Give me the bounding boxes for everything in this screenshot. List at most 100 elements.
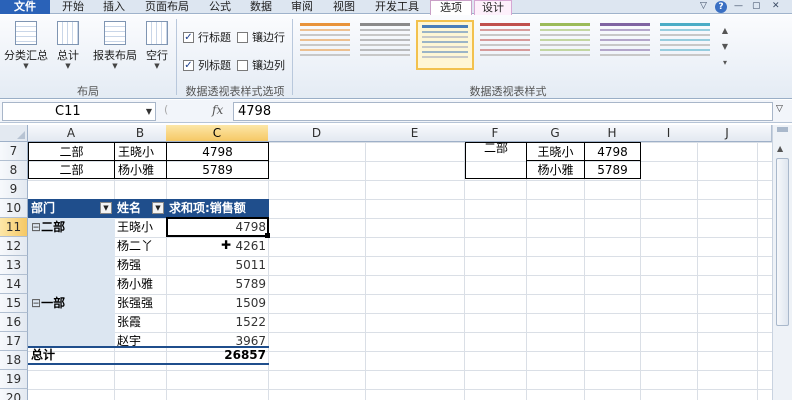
gallery-more-icon[interactable]: ▾	[720, 55, 730, 71]
row-header-10[interactable]: 10	[0, 199, 28, 218]
pivot-row-name[interactable]: 张强强	[114, 294, 167, 313]
cell-G7[interactable]: 王晓小	[526, 142, 585, 161]
tab-design[interactable]: 设计	[474, 0, 512, 15]
row-header-17[interactable]: 17	[0, 332, 28, 351]
pivot-group-dept-1[interactable]: ⊟一部	[28, 294, 115, 313]
blank-rows-button[interactable]: 空行 ▼	[142, 17, 172, 70]
column-header-j[interactable]: J	[697, 125, 758, 142]
row-header-18[interactable]: 18	[0, 351, 28, 370]
fill-handle[interactable]	[265, 233, 270, 238]
banded-cols-checkbox[interactable]	[237, 59, 248, 71]
expand-formula-icon[interactable]: ▽	[776, 104, 783, 114]
cell-C7[interactable]: 4798	[166, 142, 269, 161]
tab-page-layout[interactable]: 页面布局	[138, 0, 196, 14]
row-header-15[interactable]: 15	[0, 294, 28, 313]
filter-dropdown-icon[interactable]: ▼	[100, 202, 112, 214]
pivot-style-swatch[interactable]	[476, 20, 534, 70]
row-headers-option[interactable]: ✓ 行标题	[183, 29, 231, 45]
row-header-16[interactable]: 16	[0, 313, 28, 332]
pivot-style-swatch[interactable]	[296, 20, 354, 70]
subtotals-button[interactable]: 分类汇总 ▼	[4, 17, 48, 70]
pivot-style-swatch[interactable]	[596, 20, 654, 70]
name-box[interactable]: C11 ▼	[2, 102, 156, 121]
tab-developer[interactable]: 开发工具	[367, 0, 427, 14]
column-header-d[interactable]: D	[268, 125, 366, 142]
cell-B7[interactable]: 王晓小	[114, 142, 167, 161]
row-header-11[interactable]: 11	[0, 218, 28, 237]
pivot-row-value[interactable]: 5789	[166, 275, 269, 294]
column-header-c[interactable]: C	[166, 125, 269, 142]
collapse-icon[interactable]: ⊟	[31, 296, 41, 310]
report-layout-button[interactable]: 报表布局 ▼	[92, 17, 138, 70]
tab-formulas[interactable]: 公式	[202, 0, 238, 14]
column-header-i[interactable]: I	[640, 125, 698, 142]
row-header-8[interactable]: 8	[0, 161, 28, 180]
cell-B8[interactable]: 杨小雅	[114, 160, 167, 179]
col-headers-checkbox[interactable]: ✓	[183, 59, 194, 71]
column-header-h[interactable]: H	[584, 125, 641, 142]
pivot-row-name[interactable]: 杨二丫	[114, 237, 167, 256]
row-header-19[interactable]: 19	[0, 370, 28, 389]
grand-totals-button[interactable]: 总计 ▼	[52, 17, 84, 70]
pivot-row-value[interactable]: 1522	[166, 313, 269, 332]
column-header-g[interactable]: G	[526, 125, 585, 142]
row-header-7[interactable]: 7	[0, 142, 28, 161]
column-header-b[interactable]: B	[114, 125, 167, 142]
pivot-row-value[interactable]: 1509	[166, 294, 269, 313]
row-header-9[interactable]: 9	[0, 180, 28, 199]
cell-G8[interactable]: 杨小雅	[526, 160, 585, 179]
insert-function-icon[interactable]: fx	[212, 103, 223, 117]
row-header-14[interactable]: 14	[0, 275, 28, 294]
tab-insert[interactable]: 插入	[96, 0, 132, 14]
pivot-style-swatch[interactable]	[356, 20, 414, 70]
restore-icon[interactable]: ▢	[752, 1, 761, 11]
split-handle[interactable]	[777, 127, 788, 132]
minimize-icon[interactable]: —	[734, 1, 743, 11]
banded-cols-option[interactable]: 镶边列	[237, 57, 285, 73]
row-header-13[interactable]: 13	[0, 256, 28, 275]
row-header-12[interactable]: 12	[0, 237, 28, 256]
scroll-up-icon[interactable]: ▲	[777, 144, 783, 153]
tab-view[interactable]: 视图	[326, 0, 362, 14]
formula-input[interactable]: 4798	[233, 102, 773, 121]
cell-A7[interactable]: 二部	[28, 142, 115, 161]
gallery-up-icon[interactable]: ▲	[720, 23, 730, 39]
cell-C8[interactable]: 5789	[166, 160, 269, 179]
tab-file[interactable]: 文件	[0, 0, 50, 14]
pivot-header-name[interactable]: 姓名 ▼	[114, 199, 167, 218]
pivot-style-swatch[interactable]	[656, 20, 714, 70]
scroll-thumb[interactable]	[776, 158, 789, 326]
pivot-row-name[interactable]: 王晓小	[114, 218, 167, 237]
gallery-scroll[interactable]: ▲ ▼ ▾	[720, 23, 730, 71]
collapse-icon[interactable]: ⊟	[31, 220, 41, 234]
cell-F7[interactable]: 二部	[465, 142, 527, 179]
tab-home[interactable]: 开始	[55, 0, 91, 14]
pivot-style-swatch[interactable]	[416, 20, 474, 70]
pivot-style-swatch[interactable]	[536, 20, 594, 70]
tab-options[interactable]: 选项	[430, 0, 472, 15]
banded-rows-option[interactable]: 镶边行	[237, 29, 285, 45]
column-header-a[interactable]: A	[28, 125, 115, 142]
cell-A8[interactable]: 二部	[28, 160, 115, 179]
tab-data[interactable]: 数据	[243, 0, 279, 14]
pivot-header-dept[interactable]: 部门 ▼	[28, 199, 115, 218]
cell-H8[interactable]: 5789	[584, 160, 641, 179]
row-header-20[interactable]: 20	[0, 389, 28, 400]
row-headers-checkbox[interactable]: ✓	[183, 31, 194, 43]
chevron-down-icon[interactable]: ▼	[146, 103, 152, 120]
pivot-row-name[interactable]: 杨小雅	[114, 275, 167, 294]
vertical-scrollbar[interactable]: ▲	[772, 125, 792, 400]
pivot-group-dept-2[interactable]: ⊟二部	[28, 218, 115, 237]
column-header-f[interactable]: F	[464, 125, 527, 142]
col-headers-option[interactable]: ✓ 列标题	[183, 57, 231, 73]
close-icon[interactable]: ✕	[772, 1, 780, 11]
gallery-down-icon[interactable]: ▼	[720, 39, 730, 55]
pivot-row-name[interactable]: 杨强	[114, 256, 167, 275]
pivot-row-name[interactable]: 张霞	[114, 313, 167, 332]
filter-dropdown-icon[interactable]: ▼	[152, 202, 164, 214]
help-icon[interactable]: ?	[715, 1, 727, 13]
tab-review[interactable]: 审阅	[284, 0, 320, 14]
ribbon-minimize-icon[interactable]: ▽	[700, 1, 707, 11]
pivot-row-value[interactable]: 5011	[166, 256, 269, 275]
cell-H7[interactable]: 4798	[584, 142, 641, 161]
